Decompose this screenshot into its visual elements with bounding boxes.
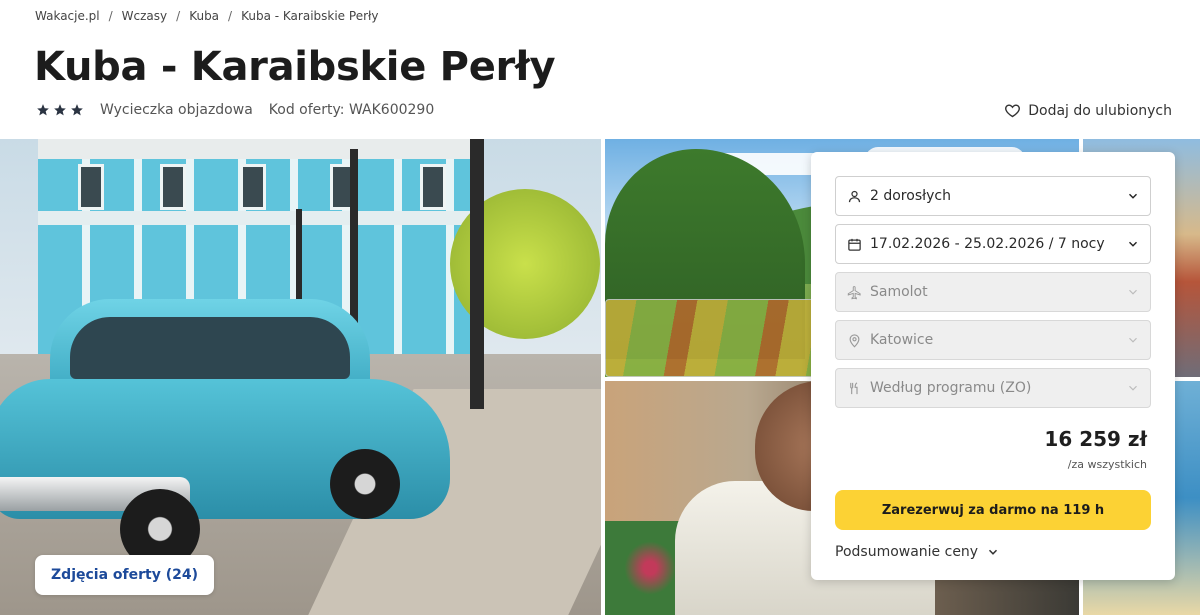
star-icon: [37, 104, 49, 116]
calendar-icon: [846, 236, 862, 252]
price-note: /za wszystkich: [1067, 458, 1147, 471]
cutlery-icon: [846, 380, 862, 396]
dates-select[interactable]: 17.02.2026 - 25.02.2026 / 7 nocy: [835, 224, 1151, 264]
page-title: Kuba - Karaibskie Perły: [34, 44, 556, 90]
transport-select: Samolot: [835, 272, 1151, 312]
departure-value: Katowice: [870, 332, 934, 348]
star-icon: [54, 104, 66, 116]
heart-icon: [1005, 104, 1021, 118]
board-select: Według programu (ZO): [835, 368, 1151, 408]
chevron-down-icon: [1126, 333, 1140, 347]
transport-value: Samolot: [870, 284, 928, 300]
guests-value: 2 dorosłych: [870, 188, 951, 204]
photos-button[interactable]: Zdjęcia oferty (24): [35, 555, 214, 595]
add-to-favorites-button[interactable]: Dodaj do ulubionych: [1004, 102, 1172, 119]
star-rating: [36, 103, 84, 117]
offer-code: Kod oferty: WAK600290: [268, 102, 435, 118]
price-total: 16 259 zł: [1044, 427, 1147, 451]
chevron-down-icon: [1126, 381, 1140, 395]
breadcrumb-item-current[interactable]: Kuba - Karaibskie Perły: [241, 9, 378, 23]
star-icon: [71, 104, 83, 116]
breadcrumb-item-home[interactable]: Wakacje.pl: [35, 9, 100, 23]
breadcrumb-separator: /: [228, 9, 233, 23]
price-summary-label: Podsumowanie ceny: [835, 544, 979, 560]
chevron-down-icon: [1126, 237, 1140, 251]
offer-type: Wycieczka objazdowa: [100, 102, 253, 118]
person-icon: [846, 188, 862, 204]
breadcrumb-item-kuba[interactable]: Kuba: [189, 9, 219, 23]
chevron-down-icon: [1126, 285, 1140, 299]
board-value: Według programu (ZO): [870, 380, 1032, 396]
chevron-down-icon: [1126, 189, 1140, 203]
car-illustration: [0, 299, 450, 569]
guests-select[interactable]: 2 dorosłych: [835, 176, 1151, 216]
chevron-down-icon: [989, 549, 998, 555]
plane-icon: [846, 284, 862, 300]
gallery-photo-main[interactable]: Zdjęcia oferty (24): [0, 139, 601, 615]
dates-value: 17.02.2026 - 25.02.2026 / 7 nocy: [870, 236, 1105, 252]
breadcrumb-separator: /: [176, 9, 181, 23]
location-pin-icon: [846, 332, 862, 348]
add-to-favorites-label: Dodaj do ulubionych: [1028, 102, 1172, 119]
departure-select: Katowice: [835, 320, 1151, 360]
offer-meta: Wycieczka objazdowa Kod oferty: WAK60029…: [36, 102, 434, 118]
breadcrumb-item-wczasy[interactable]: Wczasy: [122, 9, 167, 23]
price-summary-toggle[interactable]: Podsumowanie ceny: [835, 544, 1000, 560]
book-button[interactable]: Zarezerwuj za darmo na 119 h: [835, 490, 1151, 530]
booking-card: 2 dorosłych 17.02.2026 - 25.02.2026 / 7 …: [811, 152, 1175, 580]
breadcrumb: Wakacje.pl / Wczasy / Kuba / Kuba - Kara…: [35, 9, 379, 23]
breadcrumb-separator: /: [108, 9, 113, 23]
